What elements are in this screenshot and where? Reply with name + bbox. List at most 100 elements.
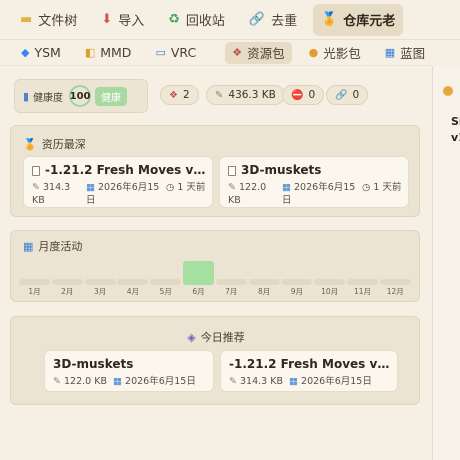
oldest-section: 🏅 资历最深 -1.21.2 Fresh Moves v3.1 (... ✎ 3… [10, 125, 420, 217]
month-column: 11月 [347, 253, 378, 297]
recycle-icon: ♻ [168, 12, 180, 27]
month-column: 1月 [19, 253, 50, 297]
month-bar[interactable] [248, 279, 280, 285]
month-column: 12月 [379, 253, 411, 297]
tab-dedupe[interactable]: 🔗 去重 [241, 4, 305, 36]
stat-pill-errors: ⛔ 0 [282, 85, 325, 105]
recommend-card[interactable]: -1.21.2 Fresh Moves v3.... ✎ 314.3 KB ▦ … [220, 350, 398, 392]
month-bar[interactable] [347, 279, 378, 285]
calendar-icon: ▦ [23, 239, 34, 253]
month-label: 5月 [159, 287, 172, 296]
filter-label: 蓝图 [400, 46, 426, 61]
stat-pill-size: ✎ 436.3 KB [206, 85, 285, 105]
ruler-icon: ✎ [32, 182, 40, 193]
stat-value: 0 [308, 89, 316, 101]
month-bar[interactable] [84, 279, 116, 285]
month-column: 9月 [281, 253, 313, 297]
mmd-icon: ◧ [84, 46, 96, 59]
recommend-card[interactable]: 3D-muskets ✎ 122.0 KB ▦ 2026年6月15日 [44, 350, 214, 392]
filter-label: 光影包 [323, 46, 361, 61]
health-label: 健康度 [33, 92, 64, 104]
filter-vrc[interactable]: ▭ VRC [148, 42, 203, 64]
filter-shader-pack[interactable]: ● 光影包 [302, 42, 368, 64]
recommend-section: ◈ 今日推荐 3D-muskets ✎ 122.0 KB ▦ 2026年6月15… [10, 316, 420, 405]
medal-icon: 🏅 [23, 137, 37, 151]
folder-icon: ▬ [20, 12, 33, 27]
stat-pill-count: ❖ 2 [160, 85, 199, 105]
import-icon: ⬇ [101, 12, 113, 27]
tab-recycle-bin[interactable]: ♻ 回收站 [160, 4, 233, 36]
calendar-icon: ▦ [282, 182, 291, 193]
monthly-activity-chart: 1月 2月 3月 4月 5月 6月 7月 8月 9月 10月 11月 12月 [19, 253, 413, 297]
month-label: 2月 [61, 287, 74, 296]
month-bar[interactable] [19, 279, 50, 285]
stat-value: 0 [352, 89, 360, 101]
card-size: ✎ 122.0 KB [228, 182, 267, 206]
section-title: 资历最深 [41, 138, 86, 151]
month-label: 6月 [192, 287, 205, 296]
ruler-icon: ✎ [229, 376, 237, 387]
filter-resource-pack[interactable]: ❖ 资源包 [225, 41, 292, 64]
main-tab-bar: ▬ 文件树 ⬇ 导入 ♻ 回收站 🔗 去重 🏅 仓库元老 [0, 0, 460, 40]
link-icon: 🔗 [335, 89, 348, 101]
month-label: 3月 [93, 287, 107, 296]
month-label: 12月 [386, 287, 404, 296]
card-title: 3D-muskets [53, 357, 134, 371]
section-header: ◈ 今日推荐 [11, 329, 421, 345]
month-bar[interactable] [117, 279, 149, 285]
tab-repo-veterans[interactable]: 🏅 仓库元老 [313, 3, 404, 36]
month-bar[interactable] [379, 279, 411, 285]
package-icon: ❖ [169, 89, 178, 101]
section-title: 今日推荐 [200, 331, 245, 344]
month-column: 7月 [215, 253, 247, 297]
package-icon: ❖ [232, 46, 243, 59]
health-score: 100 [69, 85, 92, 107]
detail-title: Si v1 [451, 115, 460, 144]
filter-mmd[interactable]: ◧ MMD [78, 42, 139, 64]
filter-label: YSM [34, 45, 61, 60]
tab-file-tree[interactable]: ▬ 文件树 [12, 4, 85, 36]
card-title: -1.21.2 Fresh Moves v3.1 (... [32, 163, 210, 177]
section-header: ▦ 月度活动 [23, 238, 82, 254]
tab-label: 导入 [118, 14, 145, 29]
month-bar[interactable] [215, 279, 247, 285]
stat-pill-links: 🔗 0 [326, 85, 369, 105]
calendar-icon: ▦ [86, 182, 95, 193]
month-column: 2月 [51, 253, 83, 297]
ruler-icon: ✎ [228, 182, 236, 193]
clock-icon: ◷ [362, 182, 371, 193]
month-bar[interactable] [281, 279, 313, 285]
month-label: 8月 [257, 287, 271, 296]
month-column: 3月 [84, 253, 116, 297]
month-column: 8月 [248, 253, 280, 297]
month-bar[interactable] [183, 261, 214, 285]
filter-label: 资源包 [247, 46, 285, 61]
section-header: 🏅 资历最深 [23, 136, 86, 152]
tab-import[interactable]: ⬇ 导入 [93, 4, 152, 36]
month-label: 1月 [28, 287, 41, 296]
monthly-activity-section: ▦ 月度活动 1月 2月 3月 4月 5月 6月 7月 8月 9月 10月 11月 12月 [10, 230, 420, 302]
month-column: 5月 [150, 253, 182, 297]
card-size: ✎ 314.3 KB [32, 182, 71, 206]
tab-label: 文件树 [38, 14, 78, 29]
blueprint-icon: ▦ [384, 46, 396, 59]
category-filter-bar: ◆ YSM ◧ MMD ▭ VRC ❖ 资源包 ● 光影包 ▦ 蓝图 [0, 40, 432, 66]
month-column: 10月 [314, 253, 346, 297]
oldest-card[interactable]: 3D-muskets ✎ 122.0 KB ▦ 2026年6月15日 ◷ 1 天… [219, 156, 409, 208]
ruler-icon: ✎ [53, 376, 61, 387]
month-bar[interactable] [150, 279, 182, 285]
card-meta: ✎ 122.0 KB ▦ 2026年6月15日 [53, 376, 196, 387]
month-bar[interactable] [314, 279, 346, 285]
oldest-card[interactable]: -1.21.2 Fresh Moves v3.1 (... ✎ 314.3 KB… [23, 156, 213, 208]
shader-icon: ● [308, 46, 319, 59]
health-indicator: ▮ 健康度 100 健康 [14, 79, 148, 113]
filter-label: MMD [100, 45, 132, 60]
health-status-badge: 健康 [95, 86, 128, 106]
month-bar[interactable] [51, 279, 83, 285]
diamond-icon: ◆ [21, 46, 30, 59]
filter-blueprint[interactable]: ▦ 蓝图 [378, 42, 432, 64]
calendar-icon: ▦ [113, 376, 122, 387]
filter-ysm[interactable]: ◆ YSM [14, 42, 68, 64]
card-age: ◷ 1 天前 [362, 182, 402, 193]
month-label: 4月 [126, 287, 140, 296]
